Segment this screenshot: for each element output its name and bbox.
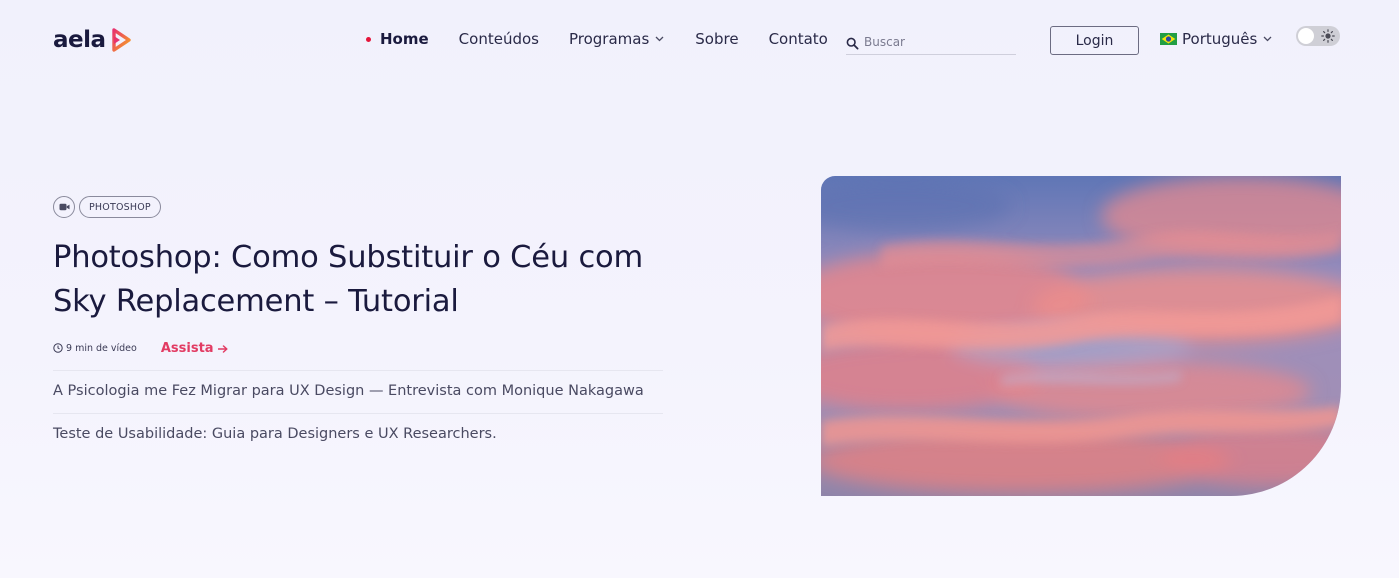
language-selector[interactable]: Português (1160, 28, 1272, 50)
search-icon[interactable] (846, 37, 859, 50)
chevron-down-icon (1263, 36, 1272, 42)
article-title[interactable]: Photoshop: Como Substituir o Céu com Sky… (53, 236, 693, 324)
active-indicator-dot (366, 36, 371, 42)
related-article-link[interactable]: Teste de Usabilidade: Guia para Designer… (53, 426, 497, 442)
divider (53, 413, 663, 414)
nav-item-contato[interactable]: Contato (769, 30, 828, 48)
play-logo-icon (111, 28, 131, 52)
login-button[interactable]: Login (1050, 26, 1139, 55)
search-input[interactable] (864, 35, 1004, 49)
watch-label: Assista (160, 340, 214, 356)
category-tag-photoshop[interactable]: PHOTOSHOP (79, 196, 161, 218)
sun-icon (1321, 29, 1335, 43)
arrow-right-icon (217, 344, 228, 353)
video-type-badge (53, 196, 75, 218)
video-duration: 9 min de vídeo (66, 342, 137, 354)
article-hero-image[interactable] (821, 176, 1341, 496)
nav-item-label: Programas (568, 30, 650, 48)
nav-item-programas[interactable]: Programas (569, 30, 664, 48)
theme-toggle[interactable] (1296, 26, 1340, 46)
related-article-link[interactable]: A Psicologia me Fez Migrar para UX Desig… (53, 383, 644, 399)
search-bar (846, 30, 1016, 55)
nav-item-label: Contato (768, 30, 828, 48)
nav-item-label: Home (380, 30, 429, 48)
content-tags: PHOTOSHOP (53, 196, 161, 218)
nav-item-label: Conteúdos (458, 30, 539, 48)
brazil-flag-icon (1160, 33, 1177, 45)
divider (53, 370, 663, 371)
video-camera-icon (59, 203, 69, 211)
clock-icon (53, 343, 63, 353)
aela-logo[interactable]: aela (53, 24, 134, 56)
sunset-sky-image (821, 176, 1341, 496)
toggle-knob (1298, 28, 1314, 44)
logo-text: aela (53, 27, 106, 53)
nav-item-conteudos[interactable]: Conteúdos (459, 30, 539, 48)
main-navigation: Home Conteúdos Programas Sobre Contato (366, 28, 828, 50)
watch-link[interactable]: Assista (161, 341, 228, 356)
nav-item-label: Sobre (695, 30, 739, 48)
language-label: Português (1182, 30, 1258, 48)
nav-item-home[interactable]: Home (366, 30, 429, 48)
article-meta: 9 min de vídeo Assista (53, 339, 228, 357)
chevron-down-icon (655, 36, 664, 42)
nav-item-sobre[interactable]: Sobre (695, 30, 738, 48)
